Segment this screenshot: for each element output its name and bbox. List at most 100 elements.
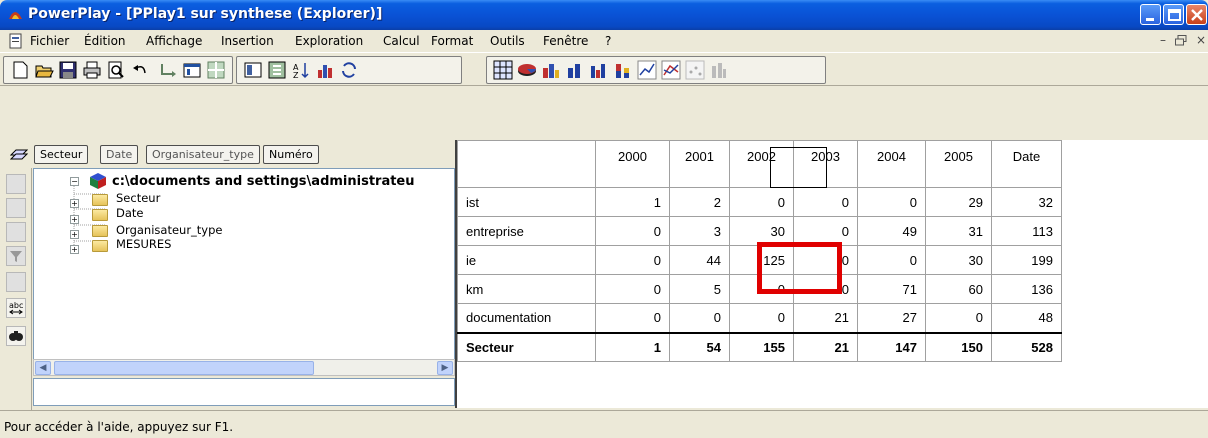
scatter-chart-icon[interactable] — [685, 60, 705, 80]
line-chart-icon[interactable] — [637, 60, 657, 80]
column-header[interactable]: 2005 — [925, 140, 992, 188]
data-cell[interactable]: 113 — [991, 216, 1062, 246]
dimension-numero-button[interactable]: Numéro — [263, 145, 319, 164]
find-icon[interactable] — [6, 326, 26, 346]
total-cell[interactable]: 528 — [991, 331, 1062, 362]
data-cell[interactable]: 48 — [991, 303, 1062, 333]
column-header[interactable]: 2004 — [857, 140, 926, 188]
open-icon[interactable] — [34, 60, 54, 80]
mdi-minimize-icon[interactable]: – — [1160, 33, 1166, 47]
data-cell[interactable]: 5 — [669, 274, 730, 304]
menu-fenetre[interactable]: Fenêtre — [543, 34, 588, 48]
expand-secteur-icon[interactable]: + — [70, 199, 79, 208]
data-cell[interactable]: 44 — [669, 245, 730, 275]
dimension-organisateur-type-button[interactable]: Organisateur_type — [146, 145, 260, 164]
menu-exploration[interactable]: Exploration — [295, 34, 363, 48]
correlation-chart-icon[interactable] — [709, 60, 729, 80]
new-icon[interactable] — [10, 60, 30, 80]
data-cell[interactable]: 0 — [857, 187, 926, 217]
total-cell[interactable]: 155 — [729, 331, 794, 362]
total-row-header[interactable]: Secteur — [457, 331, 596, 362]
expand-mesures-icon[interactable]: + — [70, 245, 79, 254]
save-icon[interactable] — [58, 60, 78, 80]
data-cell[interactable]: 0 — [925, 303, 992, 333]
pie-chart-icon[interactable] — [517, 60, 537, 80]
tree-horizontal-scrollbar[interactable]: ◀ ▶ — [33, 359, 455, 376]
data-cell[interactable]: 27 — [857, 303, 926, 333]
mdi-restore-icon[interactable] — [1175, 35, 1187, 46]
row-header[interactable]: ie — [457, 245, 596, 275]
row-header[interactable]: km — [457, 274, 596, 304]
data-cell[interactable]: 0 — [669, 303, 730, 333]
undo-icon[interactable] — [130, 60, 150, 80]
data-cell[interactable]: 21 — [793, 303, 858, 333]
total-cell[interactable]: 150 — [925, 331, 992, 362]
data-cell[interactable]: 71 — [857, 274, 926, 304]
tree-item-organisateur-type[interactable]: Organisateur_type — [116, 223, 223, 237]
drill-down-icon[interactable] — [158, 60, 178, 80]
sort-az-icon[interactable]: AZ — [291, 60, 311, 80]
refresh-icon[interactable] — [339, 60, 359, 80]
data-cell[interactable]: 30 — [925, 245, 992, 275]
3d-bar-icon[interactable] — [541, 60, 561, 80]
tree-item-secteur[interactable]: Secteur — [116, 191, 160, 205]
title-bar[interactable]: PowerPlay - [PPlay1 sur synthese (Explor… — [0, 0, 1208, 30]
data-cell[interactable]: 31 — [925, 216, 992, 246]
data-cell[interactable]: 1 — [595, 187, 670, 217]
expand-organisateur-type-icon[interactable]: + — [70, 230, 79, 239]
column-header[interactable]: Date — [991, 140, 1062, 188]
print-icon[interactable] — [82, 60, 102, 80]
data-cell[interactable]: 29 — [925, 187, 992, 217]
collapse-root-icon[interactable]: − — [70, 177, 79, 186]
total-cell[interactable]: 147 — [857, 331, 926, 362]
menu-help[interactable]: ? — [605, 34, 611, 48]
tree-root-label[interactable]: c:\documents and settings\administrateu — [112, 174, 442, 189]
filter-icon[interactable] — [6, 246, 26, 266]
data-cell[interactable]: 0 — [595, 274, 670, 304]
data-cell[interactable]: 136 — [991, 274, 1062, 304]
menu-insertion[interactable]: Insertion — [221, 34, 274, 48]
expand-date-icon[interactable]: + — [70, 215, 79, 224]
row-header[interactable]: documentation — [457, 303, 596, 333]
row-header[interactable]: entreprise — [457, 216, 596, 246]
menu-outils[interactable]: Outils — [490, 34, 525, 48]
text-wrap-icon[interactable]: abc — [6, 298, 26, 318]
explorer-view-icon[interactable] — [6, 174, 26, 194]
reporter-view-icon[interactable] — [6, 198, 26, 218]
data-cell[interactable]: 0 — [595, 303, 670, 333]
menu-format[interactable]: Format — [431, 34, 473, 48]
total-cell[interactable]: 1 — [595, 331, 670, 362]
data-cell[interactable]: 0 — [595, 245, 670, 275]
tree-item-date[interactable]: Date — [116, 206, 144, 220]
dimension-date-button[interactable]: Date — [100, 145, 139, 164]
menu-calcul[interactable]: Calcul — [383, 34, 420, 48]
close-button[interactable] — [1186, 4, 1207, 25]
exception-highlight-icon[interactable] — [315, 60, 335, 80]
data-cell[interactable]: 49 — [857, 216, 926, 246]
row-header[interactable]: ist — [457, 187, 596, 217]
menu-fichier[interactable]: Fichier — [30, 34, 69, 48]
total-cell[interactable]: 54 — [669, 331, 730, 362]
multiline-chart-icon[interactable] — [661, 60, 681, 80]
data-cell[interactable]: 32 — [991, 187, 1062, 217]
data-cell[interactable]: 0 — [729, 303, 794, 333]
maximize-button[interactable] — [1163, 4, 1184, 25]
scroll-thumb[interactable] — [54, 361, 314, 375]
data-cell[interactable]: 0 — [793, 187, 858, 217]
data-cell[interactable]: 0 — [729, 187, 794, 217]
percent-icon[interactable] — [6, 272, 26, 292]
total-cell[interactable]: 21 — [793, 331, 858, 362]
document-icon[interactable] — [8, 33, 24, 49]
print-preview-icon[interactable] — [106, 60, 126, 80]
mdi-close-icon[interactable]: × — [1196, 33, 1206, 47]
data-cell[interactable]: 0 — [857, 245, 926, 275]
dimension-viewer-icon[interactable] — [6, 222, 26, 242]
rank-icon[interactable] — [267, 60, 287, 80]
data-cell[interactable]: 0 — [595, 216, 670, 246]
data-cell[interactable]: 2 — [669, 187, 730, 217]
menu-edition[interactable]: Édition — [84, 34, 126, 48]
minimize-button[interactable] — [1140, 4, 1161, 25]
scroll-right-icon[interactable]: ▶ — [437, 361, 453, 375]
tree-item-mesures[interactable]: MESURES — [116, 237, 171, 251]
bar-chart-icon[interactable] — [565, 60, 585, 80]
